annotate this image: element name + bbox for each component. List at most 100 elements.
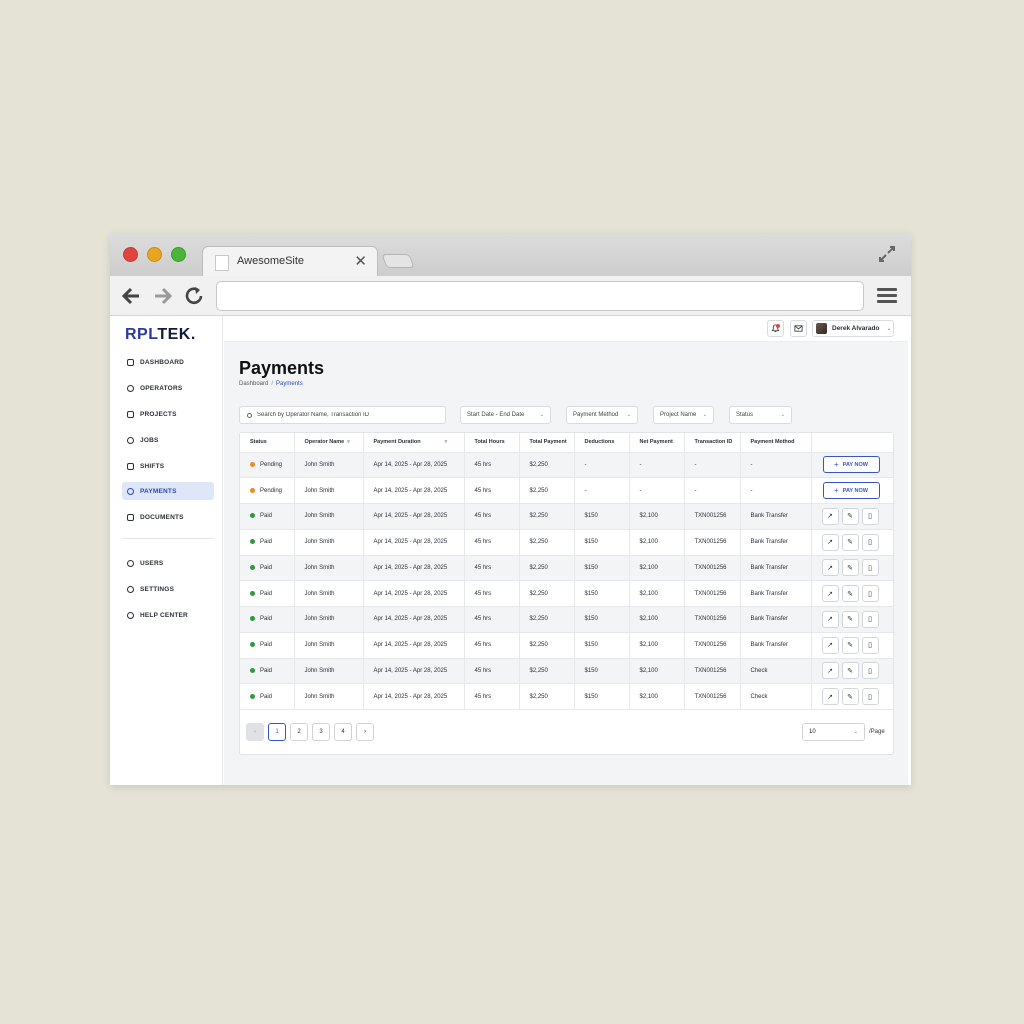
edit-button[interactable]: ✎ <box>841 662 859 680</box>
delete-button[interactable]: ▯ <box>861 585 879 603</box>
sidebar-item-operators[interactable]: OPERATORS <box>122 379 214 397</box>
view-button[interactable]: ↗ <box>821 533 839 551</box>
view-button[interactable]: ↗ <box>821 636 839 654</box>
column-header: Status <box>240 433 295 453</box>
maximize-window-button[interactable] <box>171 247 186 262</box>
column-header: Payment Method <box>740 433 812 453</box>
filter-icon[interactable]: ▿ <box>347 439 350 445</box>
sidebar-item-settings[interactable]: SETTINGS <box>122 580 214 598</box>
logo[interactable]: RPLTEK. <box>125 326 196 344</box>
column-header[interactable]: Operator Name ▿ <box>294 433 364 453</box>
view-button[interactable]: ↗ <box>821 662 839 680</box>
browser-tab[interactable]: AwesomeSite ✕ <box>202 246 378 276</box>
total-cell: $2,250 <box>519 452 575 479</box>
net-cell: $2,100 <box>629 632 685 659</box>
arrow-up-right-icon: ↗ <box>827 564 833 572</box>
messages-button[interactable] <box>790 320 807 337</box>
view-button[interactable]: ↗ <box>821 585 839 603</box>
minimize-window-button[interactable] <box>147 247 162 262</box>
project-name-filter[interactable]: Project Name ⌄ <box>653 406 714 424</box>
view-button[interactable]: ↗ <box>821 610 839 628</box>
edit-button[interactable]: ✎ <box>841 688 859 706</box>
sidebar-item-documents[interactable]: DOCUMENTS <box>122 508 214 526</box>
pencil-icon: ✎ <box>847 667 853 675</box>
actions-cell: ↗ ✎ ▯ <box>811 529 893 556</box>
method-cell: Bank Transfer <box>740 555 812 582</box>
sidebar-item-payments[interactable]: PAYMENTS <box>122 482 214 500</box>
edit-button[interactable]: ✎ <box>841 507 859 525</box>
notifications-button[interactable] <box>767 320 784 337</box>
sidebar-item-label: JOBS <box>140 436 159 444</box>
operator-cell: John Smith <box>294 606 364 633</box>
address-bar[interactable] <box>216 281 864 311</box>
edit-button[interactable]: ✎ <box>841 610 859 628</box>
filter-icon[interactable]: ▿ <box>445 439 448 445</box>
table-row: Paid John Smith Apr 14, 2025 - Apr 28, 202… <box>240 503 893 530</box>
tab-close-icon[interactable]: ✕ <box>354 252 367 270</box>
pay-now-button[interactable]: + PAY NOW <box>822 482 880 500</box>
page-button-4[interactable]: 4 <box>334 723 352 741</box>
reload-icon[interactable] <box>184 286 206 306</box>
arrow-up-right-icon: ↗ <box>827 513 833 521</box>
total-cell: $2,250 <box>519 632 575 659</box>
edit-button[interactable]: ✎ <box>841 585 859 603</box>
user-menu-button[interactable]: Derek Alvarado ⌄ <box>812 320 894 337</box>
search-box[interactable] <box>239 406 446 424</box>
status-text: Paid <box>260 539 273 546</box>
delete-button[interactable]: ▯ <box>861 636 879 654</box>
sidebar-item-jobs[interactable]: JOBS <box>122 431 214 449</box>
sidebar-item-dashboard[interactable]: DASHBOARD <box>122 353 214 371</box>
tab-bar: AwesomeSite ✕ <box>110 234 911 276</box>
net-cell: $2,100 <box>629 580 685 607</box>
delete-button[interactable]: ▯ <box>861 507 879 525</box>
status-dot <box>250 667 255 673</box>
search-icon <box>247 412 252 418</box>
sidebar-item-projects[interactable]: PROJECTS <box>122 405 214 423</box>
column-header[interactable]: Payment Duration ▿ <box>363 433 465 453</box>
sidebar-item-users[interactable]: USERS <box>122 554 214 572</box>
table-row: Paid John Smith Apr 14, 2025 - Apr 28, 202… <box>240 580 893 607</box>
forward-icon[interactable] <box>152 286 174 306</box>
status-text: Paid <box>260 564 273 571</box>
hours-cell: 45 hrs <box>464 477 520 504</box>
deductions-cell: $150 <box>574 555 630 582</box>
edit-button[interactable]: ✎ <box>841 533 859 551</box>
method-cell: Check <box>740 683 812 710</box>
breadcrumb-dashboard[interactable]: Dashboard <box>239 381 268 387</box>
sidebar-item-help-center[interactable]: HELP CENTER <box>122 606 214 624</box>
page-button-3[interactable]: 3 <box>312 723 330 741</box>
page-button-2[interactable]: 2 <box>290 723 308 741</box>
search-input[interactable] <box>257 412 437 418</box>
close-window-button[interactable] <box>123 247 138 262</box>
edit-button[interactable]: ✎ <box>841 636 859 654</box>
per-page-select[interactable]: 10 ⌄ <box>802 723 865 741</box>
delete-button[interactable]: ▯ <box>861 688 879 706</box>
status-filter[interactable]: Status ⌄ <box>729 406 792 424</box>
operator-cell: John Smith <box>294 555 364 582</box>
date-range-filter[interactable]: Start Date - End Date ⌄ <box>460 406 551 424</box>
txn-cell: TXN001256 <box>684 580 741 607</box>
sidebar-item-label: DASHBOARD <box>140 358 185 366</box>
back-icon[interactable] <box>120 286 142 306</box>
delete-button[interactable]: ▯ <box>861 610 879 628</box>
edit-button[interactable]: ✎ <box>841 559 859 577</box>
new-tab-button[interactable] <box>381 254 415 268</box>
projects-icon <box>127 410 134 418</box>
payment-method-filter[interactable]: Payment Method ⌄ <box>566 406 638 424</box>
actions-cell: ↗ ✎ ▯ <box>811 503 893 530</box>
pay-now-button[interactable]: + PAY NOW <box>822 456 880 474</box>
next-page-button[interactable]: › <box>356 723 374 741</box>
page-button-1[interactable]: 1 <box>268 723 286 741</box>
fullscreen-icon[interactable] <box>877 244 897 264</box>
sidebar-item-shifts[interactable]: SHIFTS <box>122 457 214 475</box>
browser-menu-icon[interactable] <box>877 288 897 304</box>
delete-button[interactable]: ▯ <box>861 662 879 680</box>
view-button[interactable]: ↗ <box>821 688 839 706</box>
delete-button[interactable]: ▯ <box>861 559 879 577</box>
prev-page-button[interactable]: ‹ <box>246 723 264 741</box>
delete-button[interactable]: ▯ <box>861 533 879 551</box>
view-button[interactable]: ↗ <box>821 559 839 577</box>
payment-method-label: Payment Method <box>573 412 619 418</box>
view-button[interactable]: ↗ <box>821 507 839 525</box>
breadcrumb: Dashboard / Payments <box>239 381 303 387</box>
